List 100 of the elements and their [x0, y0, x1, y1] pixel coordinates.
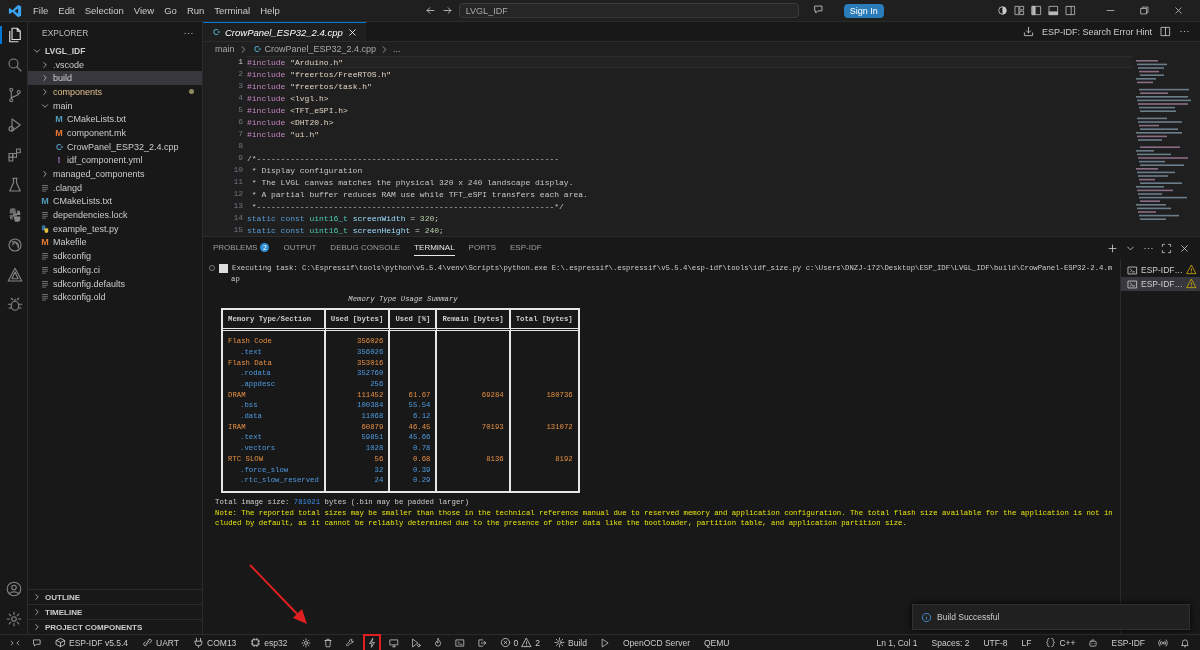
menu-item[interactable]: Go [159, 3, 182, 18]
terminal-instance[interactable]: ESP-IDF… [1121, 263, 1200, 277]
line-number: 8 [237, 140, 243, 152]
tree-item[interactable]: .vscode [28, 57, 202, 72]
line-number: 9 [237, 152, 243, 164]
forward-arrow-icon[interactable] [441, 5, 453, 16]
panel-tab[interactable]: TERMINAL [414, 240, 455, 256]
menu-item[interactable]: Selection [79, 3, 129, 18]
tree-item[interactable]: CrowPanel_ESP32_2.4.cpp [28, 139, 202, 154]
status-item[interactable]: UTF-8 [976, 635, 1015, 650]
close-icon[interactable] [346, 26, 358, 38]
code-line: #include "freertos/FreeRTOS.h" [247, 69, 393, 80]
status-item[interactable]: ESP-IDF v5.5.4 [48, 635, 136, 650]
bug-icon[interactable] [5, 296, 24, 314]
section-header[interactable]: TIMELINE [28, 604, 202, 619]
close-icon[interactable] [1179, 242, 1190, 254]
command-center-field[interactable]: LVGL_IDF [458, 3, 799, 18]
breadcrumb[interactable]: main [215, 44, 235, 54]
problems-status[interactable]: 0 2 [492, 635, 547, 650]
breadcrumb[interactable]: CrowPanel_ESP32_2.4.cpp [251, 44, 377, 54]
tree-item[interactable]: build [28, 71, 202, 86]
status-item[interactable]: UART [135, 635, 187, 650]
panel-tab[interactable]: ESP-IDF [510, 240, 542, 256]
menu-item[interactable]: Help [255, 3, 285, 18]
status-item[interactable]: ESP-IDF [1104, 635, 1152, 650]
tree-item[interactable]: M component.mk [28, 126, 202, 140]
sidebar-left-icon[interactable] [1031, 5, 1042, 16]
tree-item[interactable]: M CMakeLists.txt [28, 194, 202, 209]
code-line: #include <lvgl.h> [247, 93, 330, 104]
swirl-icon[interactable] [5, 236, 24, 254]
panel-icon[interactable] [1048, 5, 1059, 16]
tree-item[interactable]: sdkconfig.old [28, 290, 202, 305]
chevron-right-icon [40, 73, 50, 84]
warning-icon [1186, 277, 1198, 289]
section-header[interactable]: PROJECT COMPONENTS [28, 619, 202, 634]
tree-item[interactable]: sdkconfig.ci [28, 263, 202, 277]
app-logo-icon[interactable] [8, 3, 22, 18]
status-item[interactable]: QEMU [697, 635, 737, 650]
plus-icon[interactable] [1107, 242, 1118, 254]
file-type-icon: ! [54, 155, 64, 166]
search-icon[interactable] [5, 56, 24, 74]
breadcrumb[interactable]: ... [393, 44, 401, 54]
settings-icon[interactable] [4, 610, 23, 628]
tree-item[interactable]: LVGL_IDF [28, 44, 202, 58]
tray-icon[interactable] [1022, 26, 1034, 37]
line-number: 6 [237, 116, 243, 128]
status-item[interactable]: Build [547, 635, 594, 650]
split-editor-icon[interactable] [1160, 26, 1171, 37]
menu-item[interactable]: Edit [53, 3, 80, 18]
panel-tab[interactable]: DEBUG CONSOLE [330, 240, 401, 256]
status-item[interactable]: C++ [1038, 635, 1083, 650]
account-icon[interactable] [4, 580, 23, 598]
maximize-icon[interactable] [1161, 242, 1172, 254]
tree-item[interactable]: ! idf_component.yml [28, 153, 202, 168]
tree-item[interactable]: main [28, 98, 202, 113]
tree-item[interactable]: managed_components [28, 167, 202, 181]
status-item[interactable]: esp32 [243, 635, 295, 650]
back-arrow-icon[interactable] [424, 5, 436, 16]
tree-item[interactable]: example_test.py [28, 221, 202, 236]
triangle-icon[interactable] [5, 266, 24, 284]
status-item[interactable]: Ln 1, Col 1 [869, 635, 925, 650]
panel-tab[interactable]: PORTS [468, 240, 497, 256]
info-icon [921, 611, 932, 623]
sidebar-right-icon[interactable] [1065, 5, 1076, 16]
tree-item[interactable]: M Makefile [28, 235, 202, 250]
tree-item[interactable]: .clangd [28, 180, 202, 195]
tree-item[interactable]: sdkconfig.defaults [28, 276, 202, 291]
status-item[interactable]: COM13 [186, 635, 244, 650]
menu-item[interactable]: View [128, 3, 160, 18]
panel-tab[interactable]: OUTPUT [283, 240, 317, 256]
section-header[interactable]: OUTLINE [28, 589, 202, 604]
tree-item[interactable]: dependencies.lock [28, 208, 202, 222]
editor-tab[interactable]: CrowPanel_ESP32_2.4.cpp [203, 22, 366, 41]
extensions-icon[interactable] [5, 146, 24, 164]
menu-item[interactable]: File [28, 3, 54, 18]
status-item[interactable]: OpenOCD Server [615, 635, 697, 650]
status-item[interactable]: Spaces: 2 [924, 635, 977, 650]
file-type-icon: M [40, 196, 50, 207]
tree-item[interactable]: sdkconfig [28, 249, 202, 263]
python-file-icon [40, 223, 50, 234]
terminal-instance[interactable]: ESP-IDF… [1121, 277, 1200, 291]
menu-item[interactable]: Run [181, 3, 210, 18]
status-dot [189, 89, 194, 95]
lightning-icon[interactable] [362, 633, 381, 650]
status-item[interactable]: LF [1014, 635, 1039, 650]
contrast-icon[interactable] [997, 5, 1008, 16]
layout-icon[interactable] [1014, 5, 1025, 16]
chip-icon [250, 637, 262, 648]
tree-item[interactable]: M CMakeLists.txt [28, 112, 202, 127]
menu-item[interactable]: Terminal [209, 3, 256, 18]
cpp-file-icon [54, 141, 64, 152]
chat-icon[interactable] [812, 4, 824, 15]
line-number: 5 [237, 104, 243, 116]
close-icon[interactable] [1172, 5, 1184, 16]
tree-item[interactable]: components [28, 85, 202, 99]
line-number: 14 [232, 212, 243, 224]
search-error-hint-button[interactable]: ESP-IDF: Search Error Hint [1041, 26, 1152, 37]
restore-icon[interactable] [1138, 5, 1150, 16]
sign-in-button[interactable]: Sign In [843, 3, 884, 18]
run-debug-icon[interactable] [5, 116, 24, 134]
